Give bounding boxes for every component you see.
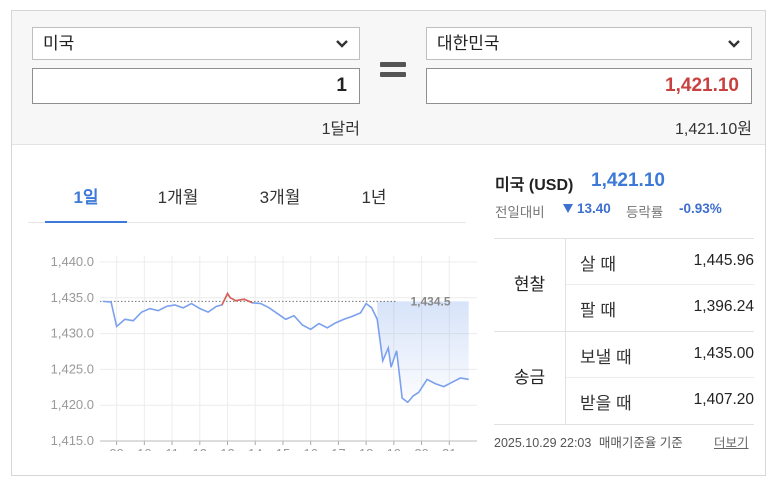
change-percent: -0.93%	[679, 201, 722, 216]
transfer-send-value: 1,435.00	[693, 345, 754, 362]
x-tick-label: 20	[414, 446, 428, 451]
x-tick-label: 13	[220, 446, 234, 451]
from-currency-label: 미국	[43, 34, 75, 53]
from-currency-select[interactable]: 미국	[32, 27, 360, 60]
period-tabs: 1일 1개월 3개월 1년	[28, 171, 466, 223]
table-row: 받을 때 1,407.20	[566, 378, 754, 424]
reference-label: 1,434.5	[410, 294, 450, 308]
tab-1year[interactable]: 1년	[334, 183, 414, 208]
tab-3months[interactable]: 3개월	[240, 183, 320, 208]
more-link[interactable]: 더보기	[714, 432, 749, 451]
rate-basis: 매매기준율 기준	[598, 436, 683, 450]
transfer-send-label: 보낼 때	[580, 348, 632, 367]
y-tick-label: 1,415.0	[51, 433, 94, 448]
table-row: 팔 때 1,396.24	[566, 285, 754, 331]
x-tick-label: 17	[331, 446, 345, 451]
transfer-receive-label: 받을 때	[580, 394, 632, 413]
down-arrow-icon	[563, 204, 573, 213]
prev-day-label: 전일대비	[495, 205, 545, 220]
active-tab-indicator	[45, 221, 127, 223]
exchange-rate-widget: 미국 1 1달러 대한민국 1,421.10 1,421.10원 1일 1개월 …	[11, 10, 766, 476]
x-tick-label: 19	[387, 446, 401, 451]
exchange-rate-chart[interactable]: 1,440.0 1,435.0 1,430.0 1,425.0 1,420.0 1,415…	[30, 241, 480, 451]
to-currency-select[interactable]: 대한민국	[426, 27, 752, 60]
rate-footer: 2025.10.29 22:03 매매기준율 기준	[494, 432, 683, 451]
from-amount-caption: 1달러	[321, 121, 360, 138]
x-tick-label: 21	[442, 446, 456, 451]
tab-1month[interactable]: 1개월	[138, 183, 218, 208]
timestamp: 2025.10.29 22:03	[494, 436, 592, 450]
chart-line-up-segment	[221, 291, 253, 306]
y-tick-label: 1,420.0	[51, 397, 94, 412]
change-value: 13.40	[577, 201, 611, 216]
x-tick-label: 14	[248, 446, 262, 451]
cash-sell-label: 팔 때	[580, 301, 617, 320]
to-currency-label: 대한민국	[437, 34, 500, 53]
transfer-receive-value: 1,407.20	[693, 391, 754, 408]
x-tick-label: 15	[276, 446, 290, 451]
cash-group: 현찰 살 때 1,445.96 팔 때 1,396.24	[494, 239, 754, 332]
equals-icon	[380, 59, 406, 81]
table-row: 보낼 때 1,435.00	[566, 332, 754, 378]
x-tick-label: 12	[193, 446, 207, 451]
tab-1day[interactable]: 1일	[46, 183, 126, 208]
change-rate-label: 등락률	[626, 205, 664, 220]
y-tick-label: 1,430.0	[51, 326, 94, 341]
y-tick-label: 1,425.0	[51, 361, 94, 376]
from-amount-input[interactable]: 1	[32, 68, 360, 104]
x-tick-label: 18	[359, 446, 373, 451]
chevron-down-icon	[728, 40, 740, 48]
currency-converter: 미국 1 1달러 대한민국 1,421.10 1,421.10원	[12, 11, 765, 145]
x-tick-label: 10	[137, 446, 151, 451]
current-rate: 1,421.10	[591, 170, 665, 191]
cash-sell-value: 1,396.24	[693, 298, 754, 315]
y-tick-label: 1,435.0	[51, 290, 94, 305]
to-amount-caption: 1,421.10원	[674, 121, 752, 138]
x-tick-label: 09	[109, 446, 123, 451]
chevron-down-icon	[336, 40, 348, 48]
cash-header: 현찰	[494, 239, 566, 331]
transfer-header: 송금	[494, 332, 566, 424]
cash-buy-label: 살 때	[580, 255, 617, 274]
currency-title: 미국 (USD)	[495, 177, 574, 194]
transfer-group: 송금 보낼 때 1,435.00 받을 때 1,407.20	[494, 332, 754, 425]
x-tick-label: 11	[165, 446, 179, 451]
y-tick-label: 1,440.0	[51, 254, 94, 269]
cash-buy-value: 1,445.96	[693, 252, 754, 269]
table-row: 살 때 1,445.96	[566, 239, 754, 285]
to-amount-input[interactable]: 1,421.10	[426, 68, 752, 104]
x-tick-label: 16	[303, 446, 317, 451]
rate-table: 현찰 살 때 1,445.96 팔 때 1,396.24 송금 보낼 때 1,4…	[494, 238, 754, 425]
